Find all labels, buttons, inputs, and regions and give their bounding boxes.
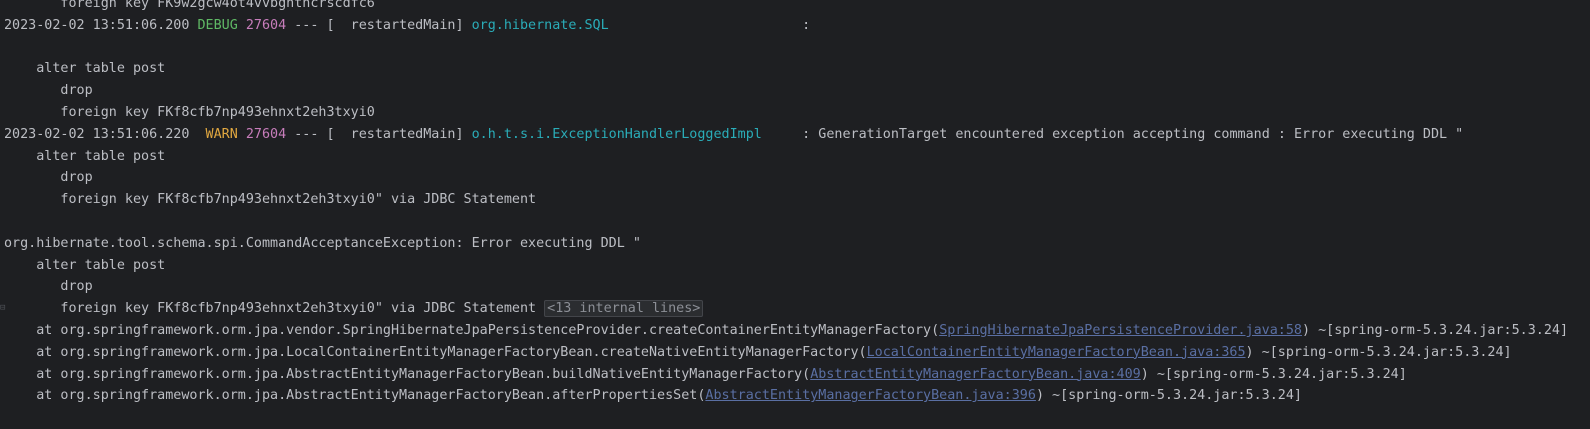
log-message: : GenerationTarget encountered exception… [761,126,1464,142]
log-message: : [608,17,819,33]
console-line: org.hibernate.tool.schema.spi.CommandAcc… [0,233,1590,255]
console-line: alter table post [0,146,1590,168]
log-logger-name: org.hibernate.SQL [471,17,609,33]
log-text: alter table post [4,148,166,164]
stack-frame-jar: ) ~[spring-orm-5.3.24.jar:5.3.24] [1035,388,1302,404]
log-entry-warn: 2023-02-02 13:51:06.220 WARN 27604 --- [… [0,124,1590,146]
log-thread: --- [ restartedMain] [286,126,472,142]
log-level-warn: WARN [197,126,238,142]
stack-trace-line: at org.springframework.orm.jpa.LocalCont… [0,342,1590,364]
console-line: foreign key FKf8cfb7np493ehnxt2eh3txyi0"… [0,189,1590,211]
console-line: drop [0,276,1590,298]
log-text: alter table post [4,257,166,273]
stack-trace-line: at org.springframework.orm.jpa.vendor.Sp… [0,320,1590,342]
source-link[interactable]: SpringHibernateJpaPersistenceProvider.ja… [939,323,1302,338]
console-line: alter table post [0,58,1590,80]
console-line: foreign key FK9w2gcw4ot4vvbghtncrscdfc6 [0,0,1590,15]
console-line: ⊟ foreign key FKf8cfb7np493ehnxt2eh3txyi… [0,298,1590,320]
stack-frame-text: at org.springframework.orm.jpa.vendor.Sp… [4,322,940,338]
console-line: alter table post [0,255,1590,277]
stack-trace-line: at org.springframework.orm.jpa.AbstractE… [0,385,1590,407]
log-timestamp: 2023-02-02 13:51:06.220 [4,126,190,142]
log-level-debug: DEBUG [197,17,238,33]
source-link[interactable]: LocalContainerEntityManagerFactoryBean.j… [867,345,1246,360]
log-text: foreign key FK9w2gcw4ot4vvbghtncrscdfc6 [4,0,375,11]
run-console-output[interactable]: foreign key FK9w2gcw4ot4vvbghtncrscdfc6 … [0,0,1590,429]
log-text: drop [4,83,93,99]
log-timestamp: 2023-02-02 13:51:06.200 [4,17,190,33]
log-text: org.hibernate.tool.schema.spi.CommandAcc… [4,235,641,251]
source-link[interactable]: AbstractEntityManagerFactoryBean.java:40… [810,367,1141,382]
stack-trace-line: at org.springframework.orm.jpa.AbstractE… [0,364,1590,386]
fold-gutter-icon[interactable]: ⊟ [0,298,6,320]
log-text: drop [4,170,93,186]
log-thread: --- [ restartedMain] [286,17,472,33]
log-logger-name: o.h.t.s.i.ExceptionHandlerLoggedImpl [471,126,762,142]
stack-frame-text: at org.springframework.orm.jpa.AbstractE… [4,366,811,382]
log-entry-debug: 2023-02-02 13:51:06.200 DEBUG 27604 --- … [0,15,1590,37]
console-line: foreign key FKf8cfb7np493ehnxt2eh3txyi0 [0,102,1590,124]
stack-frame-jar: ) ~[spring-orm-5.3.24.jar:5.3.24] [1245,344,1512,360]
internal-lines-fold[interactable]: <13 internal lines> [544,300,704,318]
console-line: drop [0,167,1590,189]
console-line: drop [0,80,1590,102]
log-text: foreign key FKf8cfb7np493ehnxt2eh3txyi0 [4,104,375,120]
log-text: foreign key FKf8cfb7np493ehnxt2eh3txyi0"… [4,192,537,208]
stack-frame-jar: ) ~[spring-orm-5.3.24.jar:5.3.24] [1140,366,1407,382]
stack-frame-jar: ) ~[spring-orm-5.3.24.jar:5.3.24] [1301,322,1569,338]
stack-frame-text: at org.springframework.orm.jpa.AbstractE… [4,388,706,404]
log-text: drop [4,279,93,295]
log-text: alter table post [4,61,166,77]
source-link[interactable]: AbstractEntityManagerFactoryBean.java:39… [705,388,1036,403]
stack-frame-text: at org.springframework.orm.jpa.LocalCont… [4,344,867,360]
log-pid: 27604 [245,126,287,142]
log-text: foreign key FKf8cfb7np493ehnxt2eh3txyi0"… [4,301,545,317]
log-pid: 27604 [245,17,287,33]
